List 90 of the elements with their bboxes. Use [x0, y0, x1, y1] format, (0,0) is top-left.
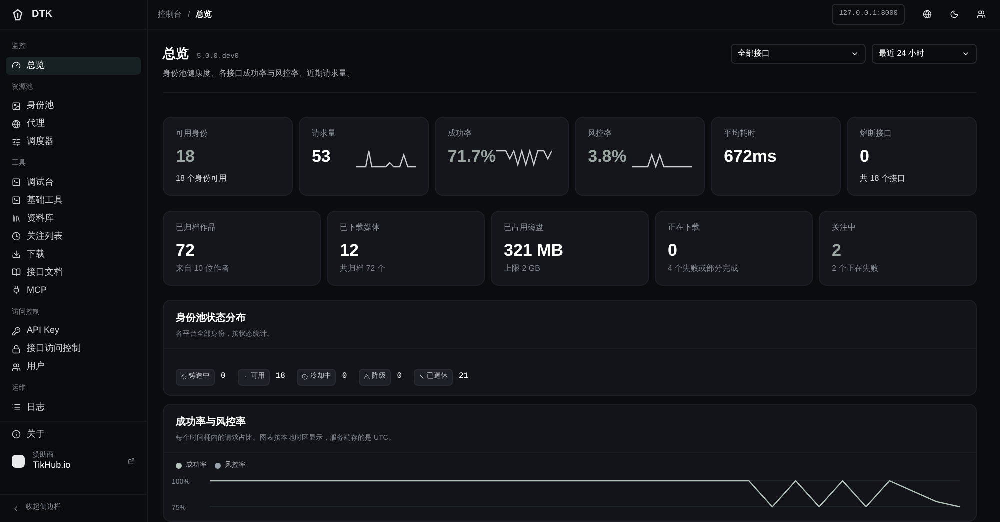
- status-count: 18: [276, 371, 286, 384]
- page-title: 总览: [163, 45, 189, 63]
- external-link-icon[interactable]: [128, 458, 135, 465]
- stat-value: 71.7%: [448, 146, 496, 168]
- spinner-icon: [181, 374, 187, 380]
- stat-note: 18 个身份可用: [176, 172, 228, 184]
- breadcrumb-item[interactable]: 总览: [196, 8, 212, 20]
- chevron-down-icon: [851, 50, 859, 58]
- stat-label: 平均耗时: [724, 128, 758, 140]
- card-title: 成功率与风控率: [176, 415, 247, 430]
- users-icon[interactable]: [977, 10, 986, 19]
- chevron-down-icon: [962, 50, 970, 58]
- stat-note: 2 个正在失败: [832, 263, 880, 275]
- globe-icon: [12, 120, 21, 128]
- stat-value: 672ms: [724, 146, 777, 168]
- stat-label: 熔断接口: [860, 128, 894, 140]
- stat-label: 风控率: [588, 128, 614, 140]
- card-title: 身份池状态分布: [176, 312, 247, 326]
- sidebar-item[interactable]: 调试台: [6, 174, 141, 192]
- stat-label: 已占用磁盘: [504, 222, 545, 234]
- logo-icon: [12, 8, 24, 20]
- stat-label: 可用身份: [176, 128, 209, 140]
- chevron-left-icon: [12, 504, 20, 512]
- sidebar-item[interactable]: 总览: [6, 56, 141, 74]
- gauge-icon: [12, 61, 21, 70]
- book-icon: [12, 268, 21, 277]
- breadcrumb-item[interactable]: 控制台: [158, 8, 182, 20]
- filter-dropdown[interactable]: 全部接口: [731, 44, 866, 64]
- list-icon: [12, 403, 21, 412]
- sidebar-item[interactable]: 身份池: [6, 97, 141, 115]
- stat-label: 成功率: [448, 128, 473, 140]
- sidebar-item[interactable]: 关于: [6, 426, 141, 444]
- page-subtitle: 身份池健康度、各接口成功率与风控率、近期请求量。: [163, 68, 355, 80]
- warning-icon: [364, 374, 370, 380]
- stat-value: 2: [832, 240, 842, 262]
- sidebar-item[interactable]: 资料库: [6, 210, 141, 228]
- stat-value: 12: [340, 240, 359, 262]
- sidebar-item[interactable]: 关注列表: [6, 228, 141, 246]
- stat-note: 共 18 个接口: [860, 172, 906, 184]
- sliders-icon: [12, 138, 21, 146]
- stat-label: 关注中: [832, 222, 857, 234]
- stat-label: 请求量: [312, 128, 337, 140]
- sidebar-item[interactable]: 下载: [6, 246, 141, 264]
- status-count: 0: [221, 371, 226, 384]
- sidebar-item[interactable]: 调度器: [6, 133, 141, 151]
- stat-label: 已归档作品: [176, 222, 217, 234]
- sponsor-logo: [12, 455, 25, 468]
- stat-note: 共归档 72 个: [340, 263, 386, 275]
- info-icon: [12, 430, 21, 439]
- archive-icon: [12, 214, 21, 223]
- terminal-icon: [12, 178, 21, 187]
- sidebar-item[interactable]: API Key: [6, 322, 141, 340]
- sidebar-item[interactable]: 日志: [6, 398, 141, 416]
- image-icon: [12, 102, 21, 110]
- stat-value: 3.8%: [588, 146, 627, 168]
- lock-icon: [12, 344, 21, 354]
- status-count: 21: [459, 371, 469, 384]
- clock-icon: [12, 232, 21, 241]
- download-icon: [12, 250, 21, 259]
- stat-value: 72: [176, 240, 195, 262]
- sponsor-link[interactable]: TikHub.io: [33, 460, 71, 472]
- stat-note: 4 个失败或部分完成: [668, 263, 740, 275]
- stat-value: 321 MB: [504, 240, 564, 262]
- stat-label: 正在下载: [668, 222, 701, 234]
- stat-note: 来自 10 位作者: [176, 263, 230, 275]
- stat-note: 上限 2 GB: [504, 263, 542, 275]
- status-count: 0: [397, 371, 402, 384]
- sidebar-item[interactable]: 基础工具: [6, 192, 141, 210]
- app-name: DTK: [32, 8, 53, 22]
- terminal-icon: [12, 196, 21, 205]
- users-icon: [12, 362, 21, 372]
- sidebar-item[interactable]: MCP: [6, 282, 141, 300]
- sidebar-item[interactable]: 接口访问控制: [6, 340, 141, 358]
- breadcrumb-separator: /: [188, 8, 190, 20]
- globe-icon[interactable]: [923, 10, 932, 19]
- filter-dropdown[interactable]: 最近 24 小时: [872, 44, 977, 64]
- sidebar-item[interactable]: 接口文档: [6, 264, 141, 282]
- stat-value: 0: [860, 146, 870, 168]
- sidebar-item[interactable]: 代理: [6, 115, 141, 133]
- key-icon: [12, 326, 21, 336]
- sidebar-item[interactable]: 用户: [6, 358, 141, 376]
- stat-value: 53: [312, 146, 331, 168]
- close-icon: [419, 374, 426, 380]
- stat-value: 0: [668, 240, 678, 262]
- plug-icon: [12, 286, 21, 295]
- status-count: 0: [342, 371, 348, 384]
- moon-icon[interactable]: [950, 10, 959, 19]
- stat-value: 18: [176, 146, 195, 168]
- stat-label: 已下载媒体: [340, 222, 381, 234]
- circle-dot-icon: [302, 374, 308, 380]
